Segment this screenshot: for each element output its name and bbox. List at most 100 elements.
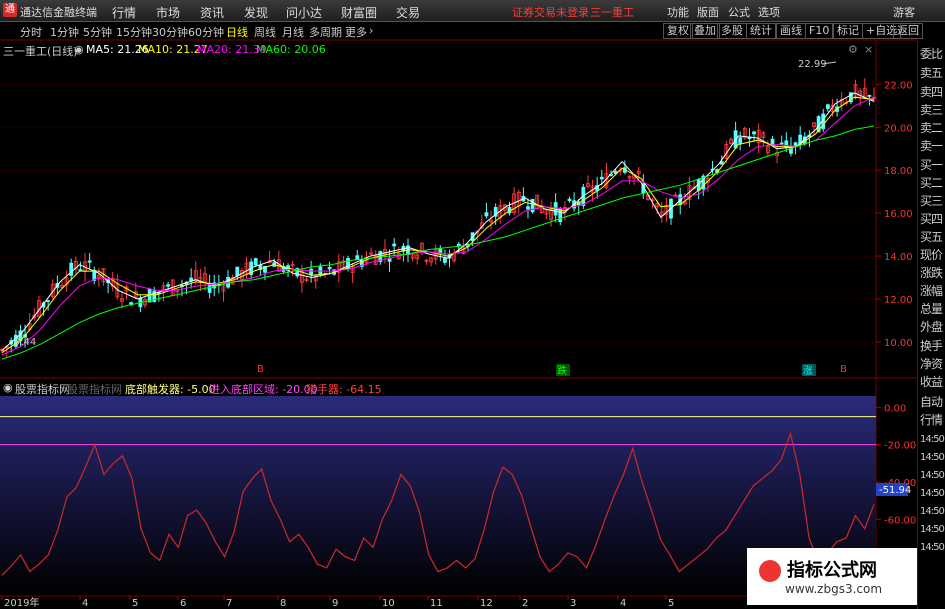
quote-item[interactable]: 收益 [920, 373, 945, 391]
price-tick-label: 16.00 [884, 209, 913, 220]
hunter-label: 猎手器: -64.15 [306, 383, 382, 396]
time-item: 14:50 [920, 524, 945, 535]
quote-item[interactable]: 净资 [920, 355, 945, 373]
chart-canvas[interactable]: 22.00 20.00 18.00 16.00 14.00 12.00 10.00 22.9… [0, 0, 945, 609]
x-axis-ticks: 2019年 4 5 6 7 8 9 10 11 12 2 3 4 5 [1, 596, 674, 609]
x-tick-label: 4 [82, 598, 88, 609]
candle-body [46, 300, 51, 303]
quote-item[interactable]: 自动 [920, 393, 945, 411]
price-tick-label: 10.00 [884, 338, 913, 349]
x-tick-label: 11 [430, 598, 443, 609]
indicator-settings-icon[interactable]: ◉ [3, 381, 13, 394]
indicator-tick-label: -60.00 [884, 515, 916, 526]
quote-item[interactable]: 卖五 [920, 64, 945, 82]
time-item: 14:50 [920, 452, 945, 463]
signal-down: 跌 [557, 364, 567, 377]
x-tick-label: 2019年 [4, 596, 39, 609]
ma-line-ma60 [1, 125, 875, 360]
candle-body [392, 243, 397, 247]
price-tick-label: 14.00 [884, 252, 913, 263]
high-price-label: 22.99 [798, 59, 827, 70]
watermark-logo-icon [759, 560, 781, 582]
candle-body [235, 266, 240, 277]
watermark: 指标公式网 www.zbgs3.com [747, 548, 917, 605]
candle-body [867, 95, 872, 97]
bottom-zone-label: 进入底部区域: -20.00 [209, 383, 318, 396]
quote-item[interactable]: 买一 [920, 156, 945, 174]
close-panel-icon[interactable]: × [864, 43, 873, 56]
indicator-tick-label: 0.00 [884, 403, 906, 414]
candle-body [793, 142, 798, 147]
candle-body [752, 131, 756, 135]
time-item: 14:50 [920, 470, 945, 481]
quote-item[interactable]: 买三 [920, 192, 945, 210]
quote-item[interactable]: 现价 [920, 246, 945, 264]
current-value: -51.94 [879, 485, 911, 496]
settings-gear-icon[interactable]: ⚙ [848, 43, 858, 56]
candle-body [484, 212, 489, 217]
price-tick-label: 18.00 [884, 166, 913, 177]
candle-body [318, 266, 323, 274]
time-item: 14:50 [920, 434, 945, 445]
quote-item[interactable]: 卖二 [920, 119, 945, 137]
candle-body [87, 260, 92, 263]
quote-item[interactable]: 涨跌 [920, 264, 945, 282]
indicator-tick-label: -20.00 [884, 441, 916, 452]
quote-item[interactable]: 买二 [920, 174, 945, 192]
indicator-tab-1[interactable]: 股票指标网 [15, 381, 70, 397]
candle-body [567, 198, 572, 202]
quote-item[interactable]: 行情 [920, 411, 945, 429]
quote-item[interactable]: 买四 [920, 210, 945, 228]
price-tick-label: 20.00 [884, 123, 913, 134]
x-tick-label: 4 [620, 598, 626, 609]
x-tick-label: 6 [180, 598, 186, 609]
candle-body [599, 176, 604, 180]
signal-buy-2: B [840, 364, 847, 375]
watermark-url: www.zbgs3.com [785, 582, 883, 596]
candle-body [443, 257, 447, 263]
price-axis-ticks: 22.00 20.00 18.00 16.00 14.00 12.00 10.00 [876, 80, 913, 349]
time-item: 14:50 [920, 506, 945, 517]
candle-body [738, 137, 743, 144]
indicator-background [0, 396, 876, 596]
quote-item[interactable]: 总量 [920, 300, 945, 318]
candle-body [770, 138, 775, 146]
x-tick-label: 3 [570, 598, 576, 609]
candle-body [78, 269, 83, 272]
indicator-tab-2[interactable]: 股票指标网 [67, 381, 122, 397]
ma-toggle-icon[interactable]: ◉ [74, 43, 84, 56]
x-tick-label: 12 [480, 598, 493, 609]
price-tick-label: 22.00 [884, 80, 913, 91]
stock-title: 三一重工(日线) [3, 45, 78, 58]
candle-body [355, 255, 360, 260]
x-tick-label: 7 [226, 598, 232, 609]
quote-item[interactable]: 卖四 [920, 83, 945, 101]
quote-item[interactable]: 卖一 [920, 137, 945, 155]
time-item: 14:50 [920, 542, 945, 553]
candlesticks [0, 78, 876, 357]
quote-sidebar: 委比 卖五 卖四 卖三 卖二 卖一 买一 买二 买三 买四 买五 现价 涨跌 涨… [917, 41, 945, 609]
candle-body [526, 206, 530, 210]
candle-body [825, 104, 830, 109]
time-item: 14:50 [920, 488, 945, 499]
quote-item[interactable]: 涨幅 [920, 282, 945, 300]
candle-body [327, 266, 332, 270]
x-tick-label: 9 [332, 598, 338, 609]
price-tick-label: 12.00 [884, 295, 913, 306]
candle-body [779, 142, 784, 145]
candle-body [207, 285, 212, 293]
candle-body [166, 284, 170, 287]
candle-body [309, 268, 314, 276]
watermark-title: 指标公式网 [787, 560, 877, 581]
signal-buy-1: B [257, 364, 264, 375]
x-tick-label: 5 [132, 598, 138, 609]
candle-body [253, 258, 258, 266]
quote-item[interactable]: 换手 [920, 337, 945, 355]
quote-item[interactable]: 买五 [920, 228, 945, 246]
quote-item[interactable]: 外盘 [920, 318, 945, 336]
x-tick-label: 8 [280, 598, 286, 609]
x-tick-label: 10 [382, 598, 395, 609]
signal-up: 涨 [803, 365, 813, 377]
quote-item[interactable]: 委比 [920, 45, 945, 63]
quote-item[interactable]: 卖三 [920, 101, 945, 119]
